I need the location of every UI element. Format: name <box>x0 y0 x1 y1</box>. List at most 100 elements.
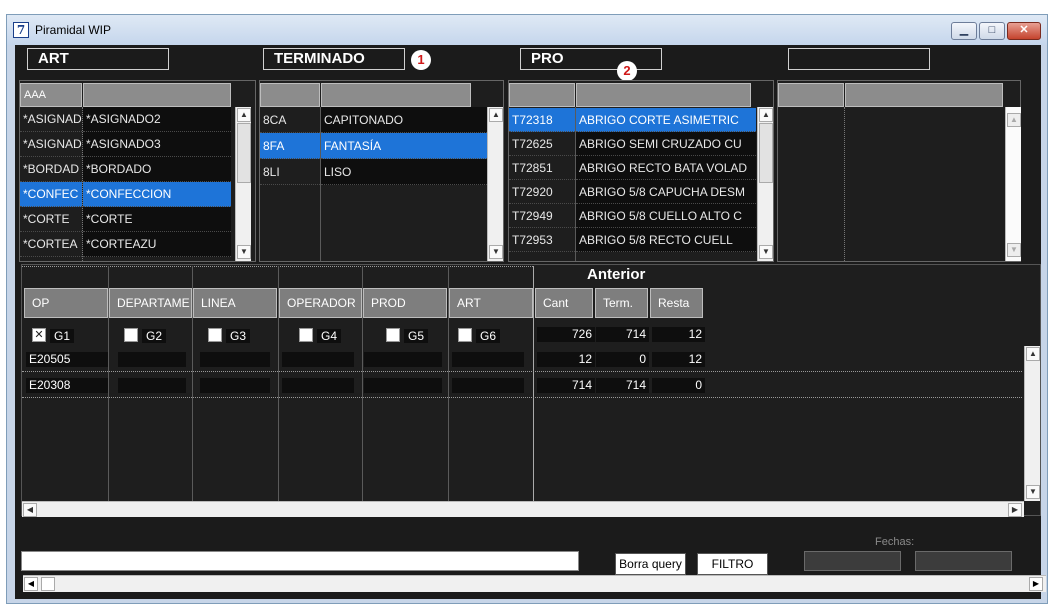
pro-list-header-name[interactable] <box>576 83 751 107</box>
list-item[interactable]: *ASIGNAD *ASIGNADO3 <box>20 132 231 157</box>
column-header[interactable]: OP <box>24 288 108 318</box>
list-item-code: 8FA <box>260 133 320 159</box>
scroll-down-icon[interactable]: ▼ <box>759 245 773 259</box>
extra-list-header-name[interactable] <box>845 83 1003 107</box>
total-resta: 12 <box>652 327 705 342</box>
minimize-button[interactable]: ▁ <box>951 22 977 40</box>
checkbox-icon[interactable] <box>208 328 222 342</box>
row-cell <box>200 378 270 393</box>
section-pro-header: PRO <box>520 48 662 70</box>
main-grid-vscrollbar[interactable]: ▲ ▼ <box>1024 346 1040 501</box>
checkbox-label: G6 <box>476 329 501 343</box>
main-grid-hscrollbar[interactable]: ◀ ▶ <box>22 501 1024 517</box>
list-item[interactable]: T72953 ABRIGO 5/8 RECTO CUELL <box>509 228 756 252</box>
list-item[interactable]: *BORDAD *BORDADO <box>20 157 231 182</box>
scroll-down-icon[interactable]: ▼ <box>489 245 503 259</box>
scroll-left-icon[interactable]: ◀ <box>23 503 37 517</box>
checkbox-icon[interactable] <box>299 328 313 342</box>
column-header[interactable]: DEPARTAME <box>109 288 192 318</box>
scroll-down-icon[interactable]: ▼ <box>237 245 251 259</box>
list-item-code: T72953 <box>509 228 575 252</box>
art-list-scrollbar[interactable]: ▲ ▼ <box>235 107 251 261</box>
pro-list-scrollbar[interactable]: ▲ ▼ <box>757 107 773 261</box>
list-item[interactable]: T72920 ABRIGO 5/8 CAPUCHA DESM <box>509 180 756 204</box>
fecha-hasta-field[interactable] <box>915 551 1012 571</box>
group-checkbox[interactable]: G2 <box>124 328 194 344</box>
scroll-up-icon[interactable]: ▲ <box>1007 113 1021 127</box>
list-item-code: *BORDAD <box>20 157 82 182</box>
column-header[interactable]: OPERADOR <box>279 288 362 318</box>
list-item[interactable]: 8CA CAPITONADO <box>260 107 487 133</box>
list-item-name: *ASIGNADO2 <box>83 107 231 132</box>
group-checkbox[interactable]: G5 <box>386 328 456 344</box>
scroll-right-icon[interactable]: ▶ <box>1029 577 1043 591</box>
terminado-list-scrollbar[interactable]: ▲ ▼ <box>487 107 503 261</box>
list-item[interactable]: *CORTEA *CORTEAZU <box>20 232 231 257</box>
art-list-header-code[interactable]: AAA <box>20 83 82 107</box>
group-checkbox[interactable]: G3 <box>208 328 278 344</box>
terminado-list-header-code[interactable] <box>260 83 320 107</box>
list-item-name: *CORTE <box>83 207 231 232</box>
group-checkbox[interactable]: G4 <box>299 328 369 344</box>
checkbox-icon[interactable] <box>124 328 138 342</box>
list-item-name: ABRIGO CORTE ASIMETRIC <box>576 108 756 132</box>
list-item[interactable]: *CORTE *CORTE <box>20 207 231 232</box>
scroll-right-icon[interactable]: ▶ <box>1008 503 1022 517</box>
column-header[interactable]: Cant <box>535 288 593 318</box>
extra-list-header-code[interactable] <box>778 83 844 107</box>
group-checkbox[interactable]: G6 <box>458 328 528 344</box>
pro-list[interactable]: T72318 ABRIGO CORTE ASIMETRIC T72625 ABRIGO… <box>508 80 774 262</box>
list-item-name: ABRIGO 5/8 CUELLO ALTO C <box>576 204 756 228</box>
column-header[interactable]: Resta <box>650 288 703 318</box>
filtro-button[interactable]: FILTRO <box>697 553 768 575</box>
scroll-thumb[interactable] <box>759 123 773 183</box>
checkbox-icon[interactable]: ✕ <box>32 328 46 342</box>
scroll-thumb[interactable] <box>41 577 55 591</box>
query-input[interactable] <box>21 551 579 571</box>
scroll-up-icon[interactable]: ▲ <box>759 108 773 122</box>
list-item[interactable]: T72318 ABRIGO CORTE ASIMETRIC <box>509 108 756 132</box>
window-hscrollbar[interactable]: ◀ ▶ <box>23 575 1046 592</box>
list-item[interactable]: T72949 ABRIGO 5/8 CUELLO ALTO C <box>509 204 756 228</box>
list-item[interactable]: 8LI LISO <box>260 159 487 185</box>
column-header[interactable]: ART <box>449 288 533 318</box>
scroll-up-icon[interactable]: ▲ <box>237 108 251 122</box>
terminado-list[interactable]: 8CA CAPITONADO 8FA FANTASÍA 8LI LISO ▲ ▼ <box>259 80 504 262</box>
row-cell <box>118 378 186 393</box>
list-item[interactable]: T72851 ABRIGO RECTO BATA VOLAD <box>509 156 756 180</box>
checkbox-icon[interactable] <box>458 328 472 342</box>
row-cell <box>282 378 354 393</box>
scroll-down-icon[interactable]: ▼ <box>1026 485 1040 499</box>
column-header[interactable]: LINEA <box>193 288 277 318</box>
column-header[interactable]: Term. <box>595 288 648 318</box>
group-checkbox[interactable]: ✕ G1 <box>32 328 102 344</box>
scroll-left-icon[interactable]: ◀ <box>24 577 38 591</box>
pro-list-header-code[interactable] <box>509 83 575 107</box>
list-item[interactable]: 8FA FANTASÍA <box>260 133 487 159</box>
list-item[interactable]: *CONFEC *CONFECCION <box>20 182 231 207</box>
scroll-down-icon[interactable]: ▼ <box>1007 243 1021 257</box>
checkbox-icon[interactable] <box>386 328 400 342</box>
scroll-up-icon[interactable]: ▲ <box>1026 347 1040 361</box>
borra-query-button[interactable]: Borra query <box>615 553 686 575</box>
art-list[interactable]: AAA *ASIGNAD *ASIGNADO2 *ASIGNAD *ASIGNADO3… <box>19 80 256 262</box>
terminado-list-header-name[interactable] <box>321 83 471 107</box>
column-header[interactable]: PROD <box>363 288 447 318</box>
checkbox-label: G2 <box>142 329 167 343</box>
list-item[interactable]: *ASIGNAD *ASIGNADO2 <box>20 107 231 132</box>
row-cell <box>282 352 354 367</box>
close-button[interactable]: ✕ <box>1007 22 1041 40</box>
extra-list-scrollbar[interactable]: ▲ ▼ <box>1005 107 1021 261</box>
title-bar: 7 Piramidal WIP ▁ □ ✕ <box>7 15 1047 45</box>
extra-list[interactable]: ▲ ▼ <box>777 80 1021 262</box>
app-icon: 7 <box>13 22 29 38</box>
row-resta: 12 <box>652 352 705 367</box>
fecha-desde-field[interactable] <box>804 551 901 571</box>
list-item-name: *BORDADO <box>83 157 231 182</box>
maximize-button[interactable]: □ <box>979 22 1005 40</box>
list-item-code: *ASIGNAD <box>20 132 82 157</box>
scroll-thumb[interactable] <box>237 123 251 183</box>
art-list-header-name[interactable] <box>83 83 231 107</box>
scroll-up-icon[interactable]: ▲ <box>489 108 503 122</box>
list-item[interactable]: T72625 ABRIGO SEMI CRUZADO CU <box>509 132 756 156</box>
